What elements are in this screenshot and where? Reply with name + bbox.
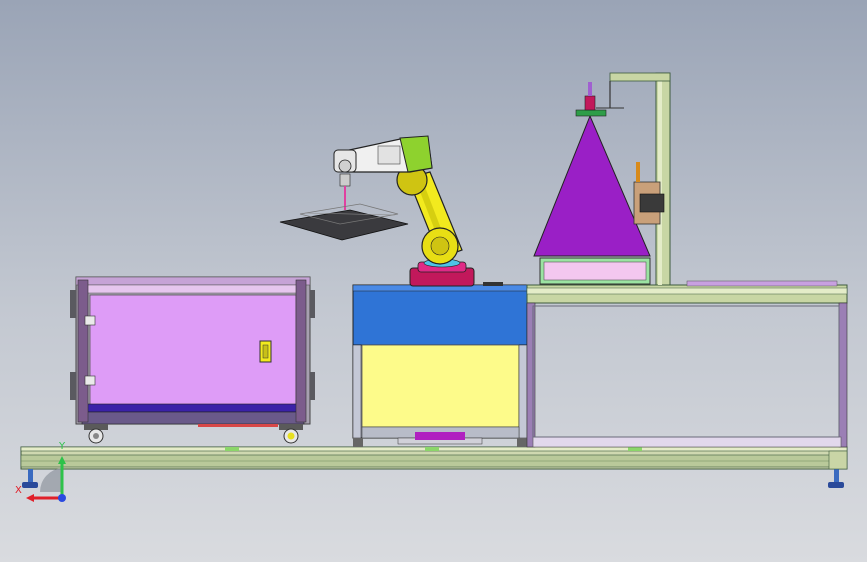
leveling-foot-icon: [22, 469, 38, 488]
assembly-drawing: [20, 72, 848, 502]
leveling-foot-icon: [828, 469, 844, 488]
bottom-base-frame: [20, 446, 848, 470]
left-cabinet: [70, 276, 315, 427]
cad-viewport[interactable]: X Y: [0, 0, 867, 562]
cone-light-fixture: [533, 82, 651, 285]
axis-y-label: Y: [59, 441, 66, 452]
caster-wheel-icon: [279, 424, 303, 444]
right-table: [526, 280, 848, 448]
axis-x-label: X: [15, 485, 22, 496]
bracket-right: [828, 450, 848, 470]
handle-icon: [259, 340, 272, 363]
caster-wheel-icon: [84, 424, 108, 444]
robot-base-cabinet: [352, 282, 528, 447]
